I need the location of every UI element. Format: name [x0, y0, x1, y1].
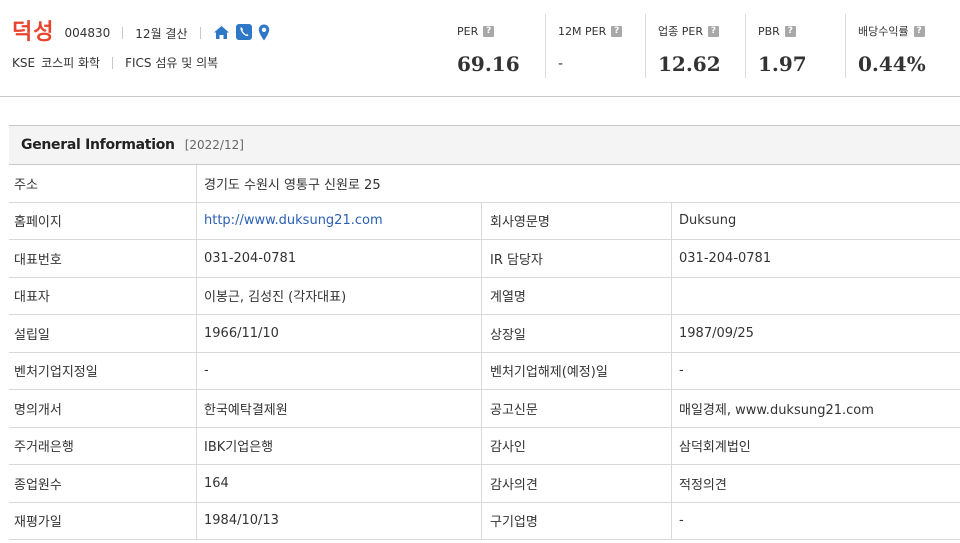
row-value: IBK기업은행: [197, 427, 482, 464]
help-icon[interactable]: ?: [611, 25, 623, 37]
row-label: 감사의견: [482, 465, 672, 502]
metric-value: 1.97: [758, 52, 807, 76]
table-row: 대표자 이봉근, 김성진 (각자대표) 계열명: [9, 277, 960, 315]
divider: [199, 27, 201, 39]
row-label: 벤처기업지정일: [9, 352, 197, 389]
row-value: 이봉근, 김성진 (각자대표): [197, 277, 482, 314]
row-value: 삼덕회계법인: [679, 440, 751, 456]
row-value: 1966/11/10: [197, 315, 482, 352]
index-name: 코스피 화학: [41, 56, 101, 70]
valuation-metrics: PER? 69.16 12M PER? - 업종 PER? 12.62 PBR?…: [445, 14, 953, 78]
row-value: -: [679, 363, 684, 379]
row-label: 재평가일: [9, 502, 197, 539]
metric-label: 배당수익률: [858, 25, 909, 38]
market-name: KSE: [12, 55, 36, 70]
metric-value: 12.62: [658, 52, 721, 76]
contact-icons: [213, 24, 270, 41]
table-row: 설립일 1966/11/10 상장일 1987/09/25: [9, 315, 960, 353]
help-icon[interactable]: ?: [707, 25, 719, 37]
row-label: 종업원수: [9, 465, 197, 502]
row-label: 주거래은행: [9, 427, 197, 464]
row-label: 벤처기업해제(예정)일: [482, 352, 672, 389]
metric-industry-per: 업종 PER? 12.62: [645, 14, 745, 78]
row-label: 회사영문명: [482, 202, 672, 239]
row-value: 164: [197, 465, 482, 502]
row-label: 설립일: [9, 315, 197, 352]
row-label: 홈페이지: [9, 202, 197, 239]
table-row: 재평가일 1984/10/13 구기업명 -: [9, 502, 960, 540]
row-label: 명의개서: [9, 390, 197, 427]
row-value: 경기도 수원시 영통구 신원로 25: [204, 177, 381, 193]
divider: [112, 56, 114, 69]
metric-label: PER: [457, 24, 479, 38]
company-code: 004830: [64, 26, 111, 40]
general-information-table: General Information [2022/12] 주소 경기도 수원시…: [9, 125, 960, 540]
row-value: Duksung: [679, 213, 737, 229]
metric-pbr: PBR? 1.97: [745, 14, 845, 78]
row-value: 1984/10/13: [197, 502, 482, 539]
table-row: 주거래은행 IBK기업은행 감사인 삼덕회계법인: [9, 427, 960, 465]
row-label: 감사인: [482, 427, 672, 464]
table-row-address: 주소 경기도 수원시 영통구 신원로 25: [9, 165, 960, 203]
help-icon[interactable]: ?: [913, 25, 925, 37]
homepage-link[interactable]: http://www.duksung21.com: [197, 202, 482, 239]
row-value: 031-204-0781: [679, 250, 772, 266]
row-label: 대표자: [9, 277, 197, 314]
row-value: -: [679, 513, 684, 529]
row-label: IR 담당자: [482, 240, 672, 277]
table-row: 벤처기업지정일 - 벤처기업해제(예정)일 -: [9, 352, 960, 390]
settlement-month: 12월 결산: [135, 26, 188, 41]
row-value: -: [197, 352, 482, 389]
table-row: 홈페이지 http://www.duksung21.com 회사영문명 Duks…: [9, 202, 960, 240]
row-label: 대표번호: [9, 240, 197, 277]
row-label: 상장일: [482, 315, 672, 352]
location-pin-icon[interactable]: [258, 24, 270, 41]
title-row: 덕성 004830 12월 결산: [12, 16, 270, 45]
metric-dividend-yield: 배당수익률? 0.44%: [845, 14, 953, 78]
row-value: 매일경제, www.duksung21.com: [679, 402, 874, 418]
classification-row: KSE 코스피 화학 FICS 섬유 및 의복: [12, 54, 218, 71]
metric-label: PBR: [758, 24, 780, 38]
row-value: 한국예탁결제원: [197, 390, 482, 427]
table-title: General Information: [21, 137, 175, 153]
help-icon[interactable]: ?: [784, 25, 796, 37]
row-label: 구기업명: [482, 502, 672, 539]
company-name: 덕성: [12, 20, 55, 45]
metric-per: PER? 69.16: [445, 14, 545, 78]
row-label: 주소: [9, 165, 197, 202]
phone-icon[interactable]: [235, 24, 252, 40]
table-date: [2022/12]: [184, 138, 244, 152]
table-header: General Information [2022/12]: [9, 126, 960, 165]
row-label: 계열명: [482, 277, 672, 314]
row-value: [672, 278, 960, 315]
row-value: 1987/09/25: [679, 325, 754, 341]
home-icon[interactable]: [213, 25, 230, 40]
metric-value: 69.16: [457, 52, 520, 76]
fics-sector: FICS 섬유 및 의복: [125, 56, 219, 70]
row-value: 031-204-0781: [197, 240, 482, 277]
metric-label: 업종 PER: [658, 25, 703, 38]
metric-value: -: [558, 56, 564, 72]
help-icon[interactable]: ?: [483, 25, 495, 37]
row-label: 공고신문: [482, 390, 672, 427]
row-value: 적정의견: [679, 477, 727, 493]
table-row: 대표번호 031-204-0781 IR 담당자 031-204-0781: [9, 240, 960, 278]
company-header: 덕성 004830 12월 결산 KSE 코스피 화학 FICS 섬유 및 의복…: [0, 0, 960, 97]
metric-value: 0.44%: [858, 52, 926, 76]
divider: [122, 27, 124, 39]
metric-label: 12M PER: [558, 24, 607, 38]
table-row: 명의개서 한국예탁결제원 공고신문 매일경제, www.duksung21.co…: [9, 390, 960, 428]
metric-12m-per: 12M PER? -: [545, 14, 645, 78]
table-row: 종업원수 164 감사의견 적정의견: [9, 465, 960, 503]
